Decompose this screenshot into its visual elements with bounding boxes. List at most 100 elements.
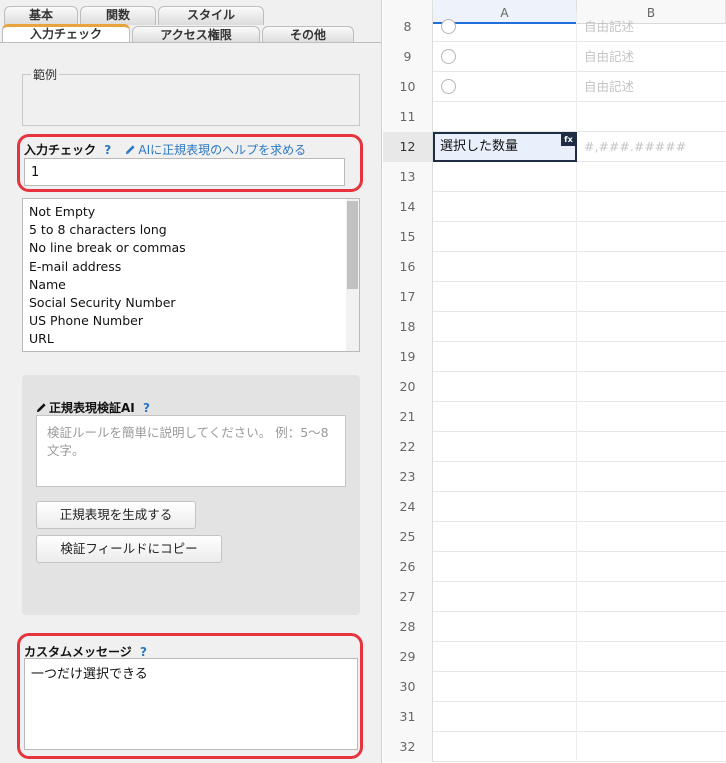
cell-a[interactable] <box>433 102 577 132</box>
cell-a[interactable] <box>433 312 577 342</box>
row-number[interactable]: 22 <box>383 432 433 462</box>
cell-b[interactable] <box>577 222 726 252</box>
cell-b[interactable] <box>577 282 726 312</box>
list-scrollbar-thumb[interactable] <box>347 201 358 289</box>
row-number[interactable]: 31 <box>383 702 433 732</box>
validation-preset-option[interactable]: No line break or commas <box>23 239 359 257</box>
row-number[interactable]: 28 <box>383 612 433 642</box>
cell-b[interactable] <box>577 102 726 132</box>
cell-a[interactable] <box>433 612 577 642</box>
cell-b[interactable] <box>577 552 726 582</box>
validation-preset-list[interactable]: Not Empty 5 to 8 characters long No line b… <box>22 198 360 352</box>
cell-b[interactable]: 自由記述 <box>577 12 726 42</box>
cell-a[interactable] <box>433 702 577 732</box>
row-number[interactable]: 21 <box>383 402 433 432</box>
radio-button-icon[interactable] <box>441 79 456 94</box>
cell-a[interactable] <box>433 162 577 192</box>
cell-b[interactable] <box>577 522 726 552</box>
radio-button-icon[interactable] <box>441 49 456 64</box>
row-number[interactable]: 26 <box>383 552 433 582</box>
cell-b[interactable] <box>577 372 726 402</box>
tab-functions[interactable]: 関数 <box>80 6 156 25</box>
cell-a[interactable] <box>433 222 577 252</box>
formula-badge-icon[interactable]: fx <box>561 133 576 146</box>
row-number[interactable]: 12 <box>383 132 433 162</box>
cell-a[interactable] <box>433 372 577 402</box>
cell-a[interactable] <box>433 282 577 312</box>
cell-a[interactable] <box>433 42 577 72</box>
validation-preset-option[interactable]: US Phone Number <box>23 312 359 330</box>
cell-b[interactable] <box>577 342 726 372</box>
cell-b[interactable] <box>577 432 726 462</box>
cell-b[interactable] <box>577 192 726 222</box>
cell-a[interactable] <box>433 522 577 552</box>
cell-a[interactable] <box>433 732 577 762</box>
row-number[interactable]: 10 <box>383 72 433 102</box>
cell-a[interactable] <box>433 12 577 42</box>
validation-preset-option[interactable]: Social Security Number <box>23 294 359 312</box>
ai-regex-help-link[interactable]: AIに正規表現のヘルプを求める <box>125 143 306 157</box>
row-number[interactable]: 29 <box>383 642 433 672</box>
regex-ai-description-input[interactable]: 検証ルールを簡単に説明してください。 例：5〜8文字。 <box>36 415 346 487</box>
cell-a[interactable] <box>433 342 577 372</box>
radio-button-icon[interactable] <box>441 19 456 34</box>
cell-b[interactable] <box>577 402 726 432</box>
row-number[interactable]: 23 <box>383 462 433 492</box>
row-number[interactable]: 32 <box>383 732 433 762</box>
cell-b[interactable] <box>577 162 726 192</box>
validation-preset-option[interactable]: 5 to 8 characters long <box>23 221 359 239</box>
generate-regex-button[interactable]: 正規表現を生成する <box>36 501 196 529</box>
regex-ai-help-icon[interactable]: ? <box>143 401 150 415</box>
row-number[interactable]: 18 <box>383 312 433 342</box>
cell-a[interactable] <box>433 672 577 702</box>
row-number[interactable]: 24 <box>383 492 433 522</box>
row-number[interactable]: 19 <box>383 342 433 372</box>
custom-message-input[interactable]: 一つだけ選択できる <box>24 658 358 750</box>
row-number[interactable]: 30 <box>383 672 433 702</box>
row-number[interactable]: 11 <box>383 102 433 132</box>
spreadsheet-grid[interactable]: A B 8 自由記述 9 自由記述 10 自由記述 11 12 選択した数量 fx #,###.##… <box>383 0 726 763</box>
validation-help-icon[interactable]: ? <box>104 143 111 157</box>
cell-b[interactable]: 自由記述 <box>577 72 726 102</box>
cell-a[interactable] <box>433 192 577 222</box>
cell-a[interactable] <box>433 582 577 612</box>
row-number[interactable]: 25 <box>383 522 433 552</box>
tab-other[interactable]: その他 <box>262 26 354 43</box>
cell-a[interactable] <box>433 642 577 672</box>
tab-input-check[interactable]: 入力チェック <box>2 24 130 43</box>
cell-a[interactable] <box>433 72 577 102</box>
cell-b[interactable] <box>577 612 726 642</box>
row-number[interactable]: 15 <box>383 222 433 252</box>
cell-a[interactable] <box>433 432 577 462</box>
validation-preset-option[interactable]: E-mail address <box>23 258 359 276</box>
cell-a[interactable] <box>433 462 577 492</box>
tab-style[interactable]: スタイル <box>158 6 264 25</box>
cell-b[interactable] <box>577 462 726 492</box>
row-number[interactable]: 27 <box>383 582 433 612</box>
cell-a[interactable] <box>433 552 577 582</box>
active-cell-a[interactable]: 選択した数量 fx <box>433 132 577 162</box>
cell-b[interactable]: #,###.##### <box>577 132 726 162</box>
row-number[interactable]: 14 <box>383 192 433 222</box>
tab-access-rights[interactable]: アクセス権限 <box>132 26 260 43</box>
cell-b[interactable]: 自由記述 <box>577 42 726 72</box>
cell-b[interactable] <box>577 732 726 762</box>
cell-b[interactable] <box>577 252 726 282</box>
row-number[interactable]: 20 <box>383 372 433 402</box>
row-number[interactable]: 8 <box>383 12 433 42</box>
cell-b[interactable] <box>577 642 726 672</box>
cell-b[interactable] <box>577 492 726 522</box>
validation-preset-option[interactable]: Name <box>23 276 359 294</box>
cell-b[interactable] <box>577 582 726 612</box>
cell-a[interactable] <box>433 402 577 432</box>
row-number[interactable]: 17 <box>383 282 433 312</box>
row-number[interactable]: 13 <box>383 162 433 192</box>
validation-preset-option[interactable]: Not Empty <box>23 203 359 221</box>
validation-preset-option[interactable]: URL <box>23 330 359 348</box>
row-number[interactable]: 9 <box>383 42 433 72</box>
tab-basic[interactable]: 基本 <box>4 6 78 25</box>
list-scrollbar[interactable] <box>346 199 359 351</box>
cell-b[interactable] <box>577 672 726 702</box>
row-number[interactable]: 16 <box>383 252 433 282</box>
validation-regex-input[interactable] <box>24 158 345 186</box>
